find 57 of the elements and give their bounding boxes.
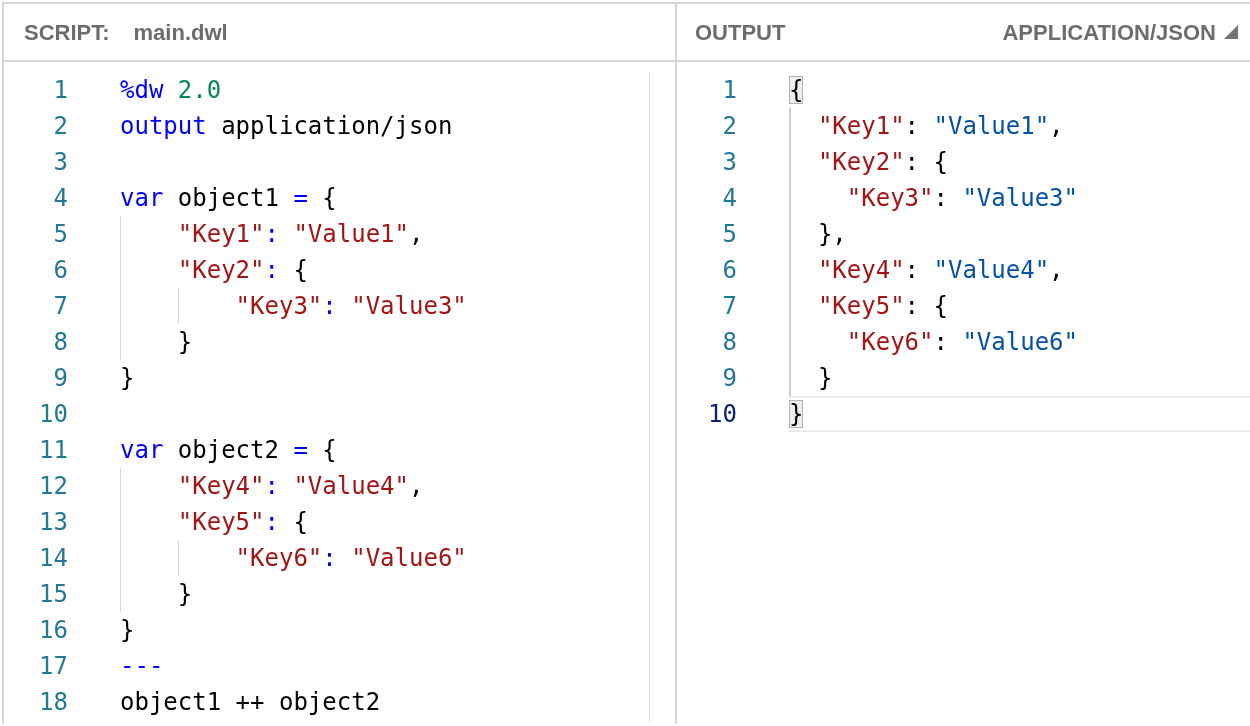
- code-line: }: [120, 615, 135, 646]
- line-number: 9: [721, 363, 737, 394]
- code-line: var object2 = {: [120, 435, 337, 466]
- code-line: "Key4": "Value4",: [817, 255, 1064, 286]
- code-line: }: [120, 363, 135, 394]
- line-number: 1: [52, 75, 68, 106]
- code-line: var object1 = {: [120, 183, 337, 214]
- code-line: }: [177, 327, 193, 358]
- code-line: object1 ++ object2: [120, 687, 381, 718]
- line-number: 4: [721, 183, 737, 214]
- code-line: "Key3": "Value3": [235, 291, 467, 322]
- line-number: 6: [52, 255, 68, 286]
- pane-title: SCRIPT:: [24, 18, 110, 47]
- line-number: 8: [721, 327, 737, 358]
- code-line: "Key4": "Value4",: [177, 471, 424, 502]
- line-number: 5: [52, 219, 68, 250]
- caret-icon: [1224, 25, 1238, 39]
- code-line: output application/json: [120, 111, 453, 142]
- code-line: },: [817, 219, 847, 250]
- line-number: 14: [38, 543, 68, 574]
- code-line: %dw 2.0: [120, 75, 222, 106]
- line-number: 12: [38, 471, 68, 502]
- line-number: 3: [52, 147, 68, 178]
- code-line: }: [817, 363, 833, 394]
- line-number: 4: [52, 183, 68, 214]
- line-number: 2: [52, 111, 68, 142]
- line-number: 2: [721, 111, 737, 142]
- code-line: "Key2": {: [817, 147, 948, 178]
- line-number: 1: [721, 75, 737, 106]
- code-line: "Key2": {: [177, 255, 308, 286]
- line-number: 9: [52, 363, 68, 394]
- line-number: 17: [38, 651, 68, 682]
- file-name: main.dwl: [133, 18, 228, 47]
- format-dropdown[interactable]: APPLICATION/JSON: [1002, 15, 1238, 49]
- code-line: "Key1": "Value1",: [177, 219, 424, 250]
- line-number: 8: [52, 327, 68, 358]
- line-number: 11: [38, 435, 68, 466]
- line-number: 7: [52, 291, 68, 322]
- line-number: 18: [38, 687, 68, 718]
- line-number: 3: [721, 147, 737, 178]
- line-number: 16: [38, 615, 68, 646]
- code-line: "Key1": "Value1",: [817, 111, 1064, 142]
- pane-title: OUTPUT: [695, 18, 786, 47]
- code-line: }: [177, 579, 193, 610]
- code-line: "Key5": {: [817, 291, 948, 322]
- code-line: ---: [120, 651, 164, 682]
- line-number: 15: [38, 579, 68, 610]
- code-line: "Key5": {: [177, 507, 308, 538]
- line-number: 5: [721, 219, 737, 250]
- code-line: "Key6": "Value6": [846, 327, 1078, 358]
- line-number: 10: [707, 399, 737, 430]
- line-number: 7: [721, 291, 737, 322]
- code-line: "Key6": "Value6": [235, 543, 467, 574]
- code-line: "Key3": "Value3": [846, 183, 1078, 214]
- line-number: 10: [38, 399, 68, 430]
- line-number: 13: [38, 507, 68, 538]
- line-number: 6: [721, 255, 737, 286]
